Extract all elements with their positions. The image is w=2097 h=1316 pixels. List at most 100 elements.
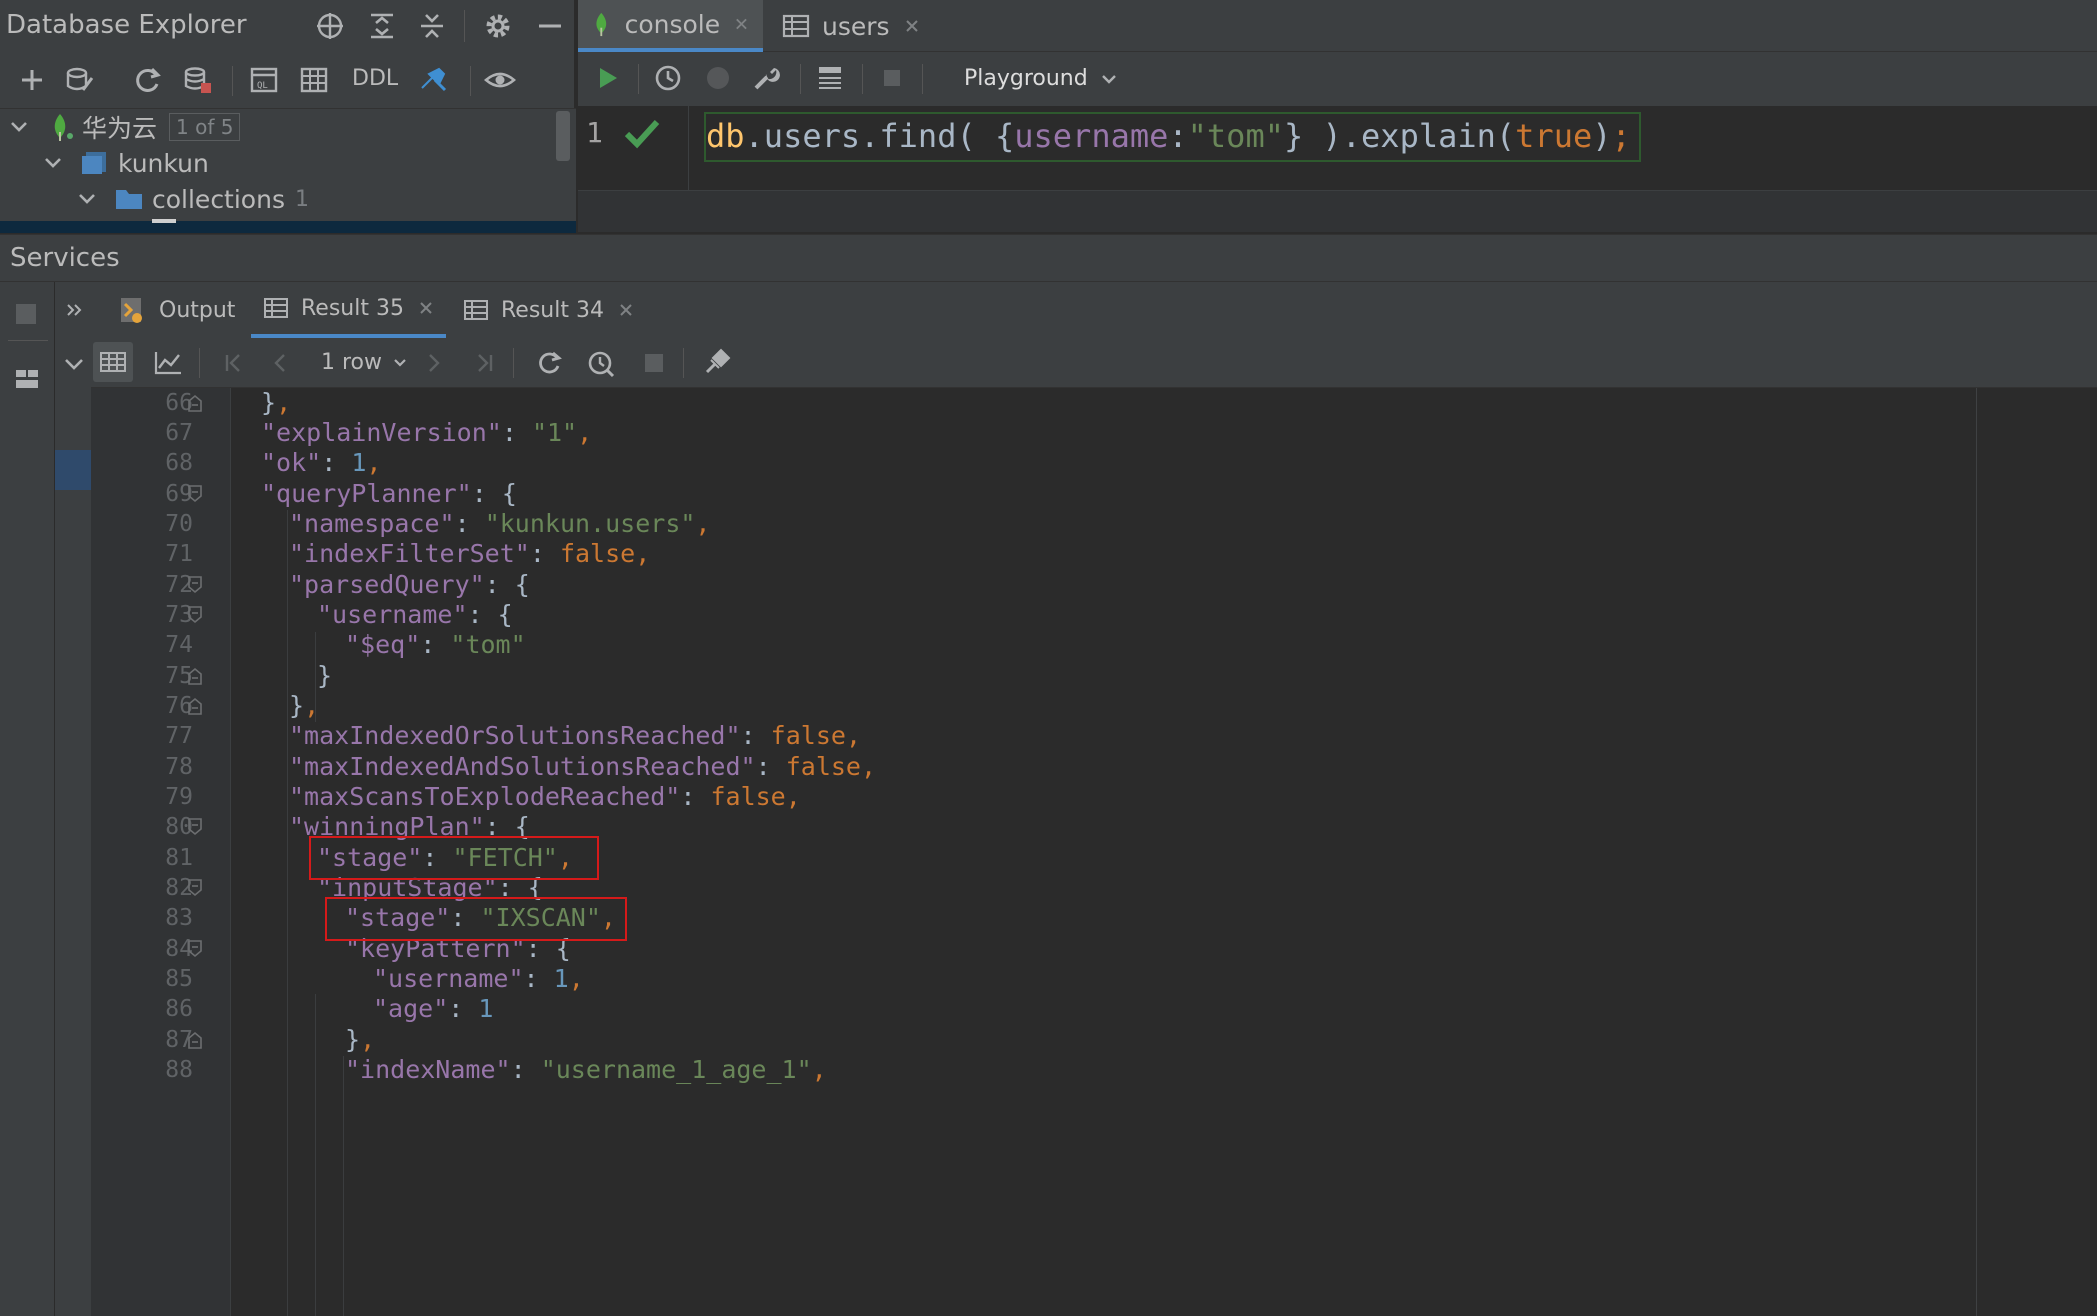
history-clock-icon[interactable] (587, 350, 615, 378)
divider (683, 348, 684, 378)
query-console-icon[interactable]: QL (242, 58, 286, 102)
stop-icon[interactable] (870, 56, 914, 100)
minimize-icon[interactable] (528, 4, 572, 48)
last-page-icon[interactable] (473, 352, 495, 374)
close-icon[interactable] (904, 18, 920, 34)
session-dropdown[interactable]: Playground (964, 66, 1118, 91)
chart-view-icon[interactable] (153, 350, 183, 376)
output-layout-icon[interactable] (808, 56, 852, 100)
code-editor[interactable]: 1 db.users.find( {username:"tom"} ).expl… (578, 106, 2097, 190)
close-icon[interactable] (618, 302, 634, 318)
gear-icon[interactable] (476, 4, 520, 48)
editor-empty-area (578, 190, 2097, 232)
tree-node-kunkun[interactable]: kunkun (42, 145, 209, 181)
token: ( (1495, 117, 1516, 155)
fold-start-icon[interactable] (187, 576, 203, 594)
editor-panel: console users Playground 1 db.users.find… (578, 0, 2097, 232)
expand-all-icon[interactable] (360, 4, 404, 48)
code-line: "namespace": "kunkun.users", (289, 509, 710, 538)
fold-start-icon[interactable] (187, 879, 203, 897)
code-text: "queryPlanner": { (261, 479, 517, 508)
result-json-viewer[interactable]: 66 67 68 69 70 71 72 73 74 75 76 77 78 7… (91, 388, 2097, 1316)
close-icon[interactable] (418, 300, 434, 316)
highlight-box-fetch-stage (309, 836, 599, 880)
tab-label: Result 35 (301, 295, 404, 321)
tab-result-35[interactable]: Result 35 (251, 282, 446, 338)
table-icon (264, 298, 288, 318)
tab-label: Result 34 (501, 297, 604, 323)
code-text: "maxScansToExplodeReached": false, (289, 782, 801, 811)
tab-console[interactable]: console (578, 0, 763, 52)
fold-start-icon[interactable] (187, 606, 203, 624)
collapse-all-icon[interactable] (410, 4, 454, 48)
history-clock-icon[interactable] (646, 56, 690, 100)
table-view-toggle[interactable] (93, 342, 133, 382)
fold-start-icon[interactable] (187, 818, 203, 836)
table-icon[interactable] (292, 58, 336, 102)
chevron-down-icon[interactable] (42, 152, 64, 174)
stop-icon[interactable] (645, 354, 663, 372)
result-tab-bar: Output Result 35 Result 34 (91, 282, 2097, 338)
ddl-button[interactable]: DDL (352, 66, 398, 91)
database-stop-icon[interactable] (176, 58, 220, 102)
chevron-down-icon[interactable] (63, 356, 85, 374)
transaction-mode-icon[interactable] (696, 56, 740, 100)
code-token: : (321, 448, 337, 477)
fold-end-icon[interactable] (187, 667, 203, 685)
previous-page-icon[interactable] (271, 352, 289, 374)
tree-child-indicator (152, 219, 176, 223)
expand-double-chevron-icon[interactable] (65, 302, 83, 318)
code-text: "explainVersion": "1", (261, 418, 592, 447)
services-tree-strip (55, 282, 91, 1316)
tree-scrollbar[interactable] (556, 111, 570, 161)
line-number: 69 (165, 481, 193, 507)
refresh-icon[interactable] (126, 58, 170, 102)
code-token: 1 (478, 994, 494, 1023)
code-line: "indexFilterSet": false, (289, 539, 650, 568)
result-toolbar: 1 row (91, 338, 2097, 388)
pin-icon[interactable] (703, 348, 731, 376)
jump-to-source-icon[interactable] (412, 58, 456, 102)
database-tree: 华为云 1 of 5 kunkun collections 1 (0, 108, 576, 233)
add-icon[interactable] (10, 58, 54, 102)
data-source-properties-icon[interactable] (58, 58, 102, 102)
code-token: "maxScansToExplodeReached" (289, 782, 681, 811)
fold-start-icon[interactable] (187, 485, 203, 503)
tree-node-collections[interactable]: collections 1 (76, 181, 309, 217)
run-icon[interactable] (586, 56, 630, 100)
check-icon (624, 119, 660, 149)
chevron-down-icon[interactable] (8, 116, 30, 138)
view-options-eye-icon[interactable] (478, 58, 522, 102)
first-page-icon[interactable] (223, 352, 245, 374)
tree-node-huaweiyun[interactable]: 华为云 1 of 5 (8, 109, 241, 145)
fold-start-icon[interactable] (187, 940, 203, 958)
layout-icon[interactable] (14, 368, 40, 390)
tab-result-34[interactable]: Result 34 (451, 282, 646, 338)
editor-tab-bar: console users (578, 0, 2097, 52)
fold-end-icon[interactable] (187, 394, 203, 412)
code-token: 1 (351, 448, 367, 477)
refresh-icon[interactable] (537, 350, 563, 376)
tab-users[interactable]: users (768, 0, 934, 52)
query-line[interactable]: db.users.find( {username:"tom"} ).explai… (704, 112, 1641, 162)
stop-icon[interactable] (16, 304, 36, 324)
chevron-down-icon[interactable] (76, 188, 98, 210)
code-line: "maxIndexedAndSolutionsReached": false, (289, 752, 876, 781)
code-text: }, (261, 388, 291, 417)
code-token: } (345, 1025, 361, 1054)
next-page-icon[interactable] (425, 352, 443, 374)
fold-end-icon[interactable] (187, 1031, 203, 1049)
settings-wrench-icon[interactable] (744, 56, 788, 100)
code-line: } (317, 661, 332, 690)
tab-output[interactable]: Output (107, 282, 247, 338)
fold-end-icon[interactable] (187, 697, 203, 715)
crosshair-icon[interactable] (308, 4, 352, 48)
selected-service-node[interactable] (55, 450, 91, 490)
page-size-dropdown[interactable]: 1 row (321, 350, 408, 375)
line-number: 75 (165, 663, 193, 689)
divider (638, 64, 639, 94)
close-icon[interactable] (734, 16, 749, 32)
